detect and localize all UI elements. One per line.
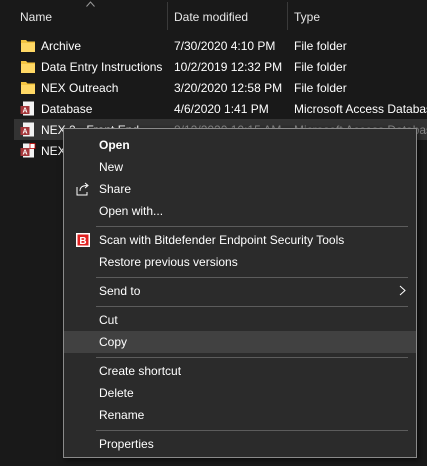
file-date: 10/2/2019 12:32 PM [174, 60, 283, 74]
folder-icon [21, 61, 35, 73]
access-file-icon: A [20, 101, 34, 116]
menu-item-label: Properties [99, 437, 154, 451]
file-type: File folder [294, 39, 347, 53]
menu-item-open[interactable]: Open [64, 134, 416, 156]
svg-text:A: A [22, 150, 27, 157]
menu-item-delete[interactable]: Delete [64, 382, 416, 404]
file-row-database[interactable]: A Database 4/6/2020 1:41 PM Microsoft Ac… [14, 98, 427, 119]
file-date: 3/20/2020 12:58 PM [174, 81, 283, 95]
menu-separator [96, 357, 408, 358]
file-date: 4/6/2020 1:41 PM [174, 102, 269, 116]
share-icon [76, 182, 89, 196]
file-type: File folder [294, 60, 347, 74]
menu-item-label: New [99, 160, 124, 174]
file-name: NEX [41, 144, 66, 158]
context-menu: Open New Share Open with... B Scan with … [63, 128, 417, 458]
file-row-archive[interactable]: Archive 7/30/2020 4:10 PM File folder [14, 35, 427, 56]
access-file-icon: A [20, 122, 34, 137]
menu-item-label: Rename [99, 408, 145, 422]
file-date: 7/30/2020 4:10 PM [174, 39, 276, 53]
chevron-right-icon [399, 285, 406, 296]
menu-item-share[interactable]: Share [64, 178, 416, 200]
menu-item-label: Delete [99, 386, 134, 400]
menu-item-send-to[interactable]: Send to [64, 280, 416, 302]
menu-separator [96, 430, 408, 431]
menu-item-copy[interactable]: Copy [64, 331, 416, 353]
menu-item-create-shortcut[interactable]: Create shortcut [64, 360, 416, 382]
svg-text:A: A [22, 129, 27, 136]
menu-item-label: Copy [99, 335, 128, 349]
column-type[interactable]: Type [294, 10, 320, 24]
menu-item-open-with[interactable]: Open with... [64, 200, 416, 222]
menu-item-scan-bitdefender[interactable]: B Scan with Bitdefender Endpoint Securit… [64, 229, 416, 251]
file-name: Database [41, 102, 93, 116]
menu-item-new[interactable]: New [64, 156, 416, 178]
menu-separator [96, 277, 408, 278]
menu-separator [96, 306, 408, 307]
folder-icon [21, 82, 35, 94]
menu-item-label: Send to [99, 284, 141, 298]
folder-icon [21, 40, 35, 52]
menu-item-rename[interactable]: Rename [64, 404, 416, 426]
menu-item-restore-previous-versions[interactable]: Restore previous versions [64, 251, 416, 273]
file-type: File folder [294, 81, 347, 95]
column-header: Name Date modified Type [0, 0, 427, 33]
menu-item-label: Restore previous versions [99, 255, 238, 269]
file-name: Archive [41, 39, 82, 53]
menu-item-label: Cut [99, 313, 118, 327]
menu-item-properties[interactable]: Properties [64, 433, 416, 455]
menu-item-label: Open [99, 138, 130, 152]
menu-item-label: Scan with Bitdefender Endpoint Security … [99, 233, 345, 247]
svg-text:B: B [79, 236, 86, 247]
file-name: NEX Outreach [41, 81, 119, 95]
file-row-nex-outreach[interactable]: NEX Outreach 3/20/2020 12:58 PM File fol… [14, 77, 427, 98]
menu-item-label: Create shortcut [99, 364, 182, 378]
menu-separator [96, 226, 408, 227]
column-divider[interactable] [167, 2, 168, 30]
sort-ascending-icon[interactable] [86, 1, 95, 7]
svg-text:A: A [22, 108, 27, 115]
file-name: Data Entry Instructions [41, 60, 163, 74]
file-row-data-entry-instructions[interactable]: Data Entry Instructions 10/2/2019 12:32 … [14, 56, 427, 77]
file-type: Microsoft Access Database [294, 102, 427, 116]
bitdefender-icon: B [76, 233, 90, 247]
menu-item-cut[interactable]: Cut [64, 309, 416, 331]
menu-item-label: Share [99, 182, 132, 196]
menu-item-label: Open with... [99, 204, 164, 218]
column-divider[interactable] [287, 2, 288, 30]
access-shortcut-icon: A [20, 143, 36, 158]
column-name[interactable]: Name [20, 10, 52, 24]
column-date-modified[interactable]: Date modified [174, 10, 248, 24]
